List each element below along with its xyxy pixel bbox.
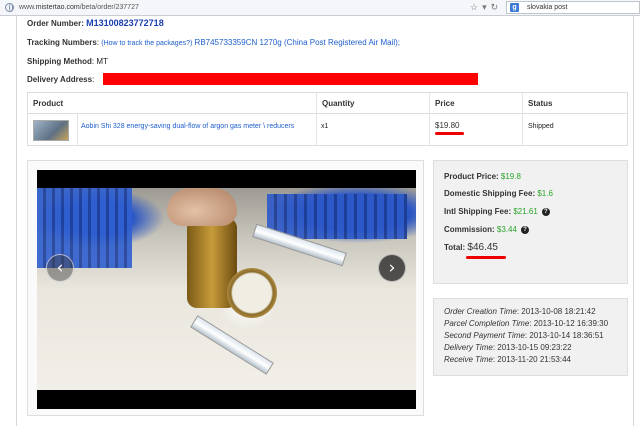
timeline-row: Order Creation Time: 2013-10-08 18:21:42	[444, 307, 596, 316]
intl-shipping-value: $21.61	[513, 207, 538, 216]
timeline-row: Receive Time: 2013-11-20 21:53:44	[444, 355, 571, 364]
shipping-method-row: Shipping Method: MT	[27, 57, 108, 66]
timeline-value: 2013-10-12 16:39:30	[533, 319, 609, 328]
flowmeter-tube	[190, 315, 274, 375]
timeline-label: Receive Time	[444, 355, 493, 364]
domestic-shipping-label: Domestic Shipping Fee	[444, 189, 533, 198]
delivery-address-row: Delivery Address:	[27, 75, 95, 84]
search-query[interactable]: slovakia post	[527, 4, 567, 11]
product-price: $19.80	[435, 121, 460, 130]
google-icon: g	[510, 3, 519, 12]
order-timeline: Order Creation Time: 2013-10-08 18:21:42…	[433, 298, 628, 376]
timeline-value: 2013-10-15 09:23:22	[497, 343, 572, 352]
pressure-gauge	[227, 268, 277, 318]
globe-icon	[5, 3, 14, 12]
product-thumbnail[interactable]	[33, 120, 69, 141]
product-slideshow: ‹ ›	[27, 160, 424, 416]
domestic-shipping-row: Domestic Shipping Fee: $1.6	[444, 189, 553, 198]
price-highlight-mark	[435, 132, 464, 135]
help-icon[interactable]: ?	[520, 225, 529, 234]
column-divider	[429, 93, 430, 145]
previous-slide-button[interactable]: ‹	[46, 254, 74, 282]
table-header: Product Quantity Price Status	[28, 93, 627, 114]
shipping-value: MT	[96, 57, 108, 66]
total-row: Total: $46.45	[444, 242, 498, 253]
header-status: Status	[528, 99, 553, 108]
delivery-label: Delivery Address	[27, 75, 93, 84]
order-number-label: Order Number	[27, 19, 82, 28]
url-prefix: www.	[19, 4, 36, 11]
shipping-label: Shipping Method	[27, 57, 92, 66]
timeline-row: Delivery Time: 2013-10-15 09:23:22	[444, 343, 572, 352]
timeline-label: Parcel Completion Time	[444, 319, 530, 328]
page-border-left	[16, 16, 17, 426]
product-link[interactable]: Aobin Shi 328 energy-saving dual-flow of…	[81, 123, 294, 130]
column-divider	[316, 93, 317, 145]
url-actions: ☆ ▾ ↻	[470, 2, 498, 13]
search-box[interactable]: g slovakia post	[506, 1, 640, 14]
header-price: Price	[435, 99, 455, 108]
star-icon[interactable]: ☆	[470, 2, 478, 13]
timeline-value: 2013-11-20 21:53:44	[497, 355, 571, 364]
commission-label: Commission	[444, 225, 493, 234]
timeline-label: Second Payment Time	[444, 331, 525, 340]
total-value: $46.45	[467, 242, 498, 253]
address-bar[interactable]: www.mistertao.com/beta/order/237727 ☆ ▾ …	[0, 0, 640, 16]
timeline-row: Second Payment Time: 2013-10-14 18:36:51	[444, 331, 604, 340]
tracking-help-link[interactable]: (How to track the packages?)	[101, 40, 192, 47]
product-price-label: Product Price	[444, 172, 497, 181]
product-photo: ‹ ›	[37, 170, 416, 409]
tracking-number[interactable]: RB745733359CN 1270g (China Post Register…	[195, 38, 400, 47]
header-product: Product	[33, 99, 64, 108]
total-highlight-mark	[466, 256, 506, 259]
help-icon[interactable]: ?	[541, 207, 550, 216]
url-text[interactable]: www.mistertao.com/beta/order/237727	[19, 4, 139, 11]
url-domain: mistertao.com	[35, 4, 80, 11]
product-quantity: x1	[321, 123, 329, 130]
commission-row: Commission: $3.44?	[444, 225, 529, 234]
domestic-shipping-value: $1.6	[537, 189, 553, 198]
timeline-value: 2013-10-08 18:21:42	[521, 307, 596, 316]
intl-shipping-label: Intl Shipping Fee	[444, 207, 509, 216]
order-table: Product Quantity Price Status Aobin Shi …	[27, 92, 628, 146]
fee-summary: Product Price: $19.8 Domestic Shipping F…	[433, 160, 628, 284]
total-label: Total	[444, 243, 463, 252]
url-path: /beta/order/237727	[79, 4, 139, 11]
column-divider	[522, 93, 523, 145]
timeline-label: Order Creation Time	[444, 307, 517, 316]
timeline-value: 2013-10-14 18:36:51	[529, 331, 604, 340]
tracking-label: Tracking Numbers	[27, 38, 97, 47]
dropdown-icon[interactable]: ▾	[482, 2, 487, 13]
header-quantity: Quantity	[322, 99, 355, 108]
product-price-row: Product Price: $19.8	[444, 172, 521, 181]
tracking-row: Tracking Numbers: (How to track the pack…	[27, 38, 400, 47]
product-status: Shipped	[528, 123, 554, 130]
intl-shipping-row: Intl Shipping Fee: $21.61?	[444, 207, 550, 216]
order-number-row: Order Number: M13100823772718	[27, 18, 164, 28]
product-price-value: $19.8	[500, 172, 521, 181]
page-border-right	[633, 16, 634, 426]
order-number: M13100823772718	[86, 18, 164, 28]
address-redaction	[103, 73, 478, 85]
column-divider	[77, 114, 78, 145]
reload-icon[interactable]: ↻	[491, 2, 499, 13]
next-slide-button[interactable]: ›	[378, 254, 406, 282]
timeline-row: Parcel Completion Time: 2013-10-12 16:39…	[444, 319, 609, 328]
hand	[167, 188, 237, 226]
blue-crate-right	[267, 194, 407, 239]
timeline-label: Delivery Time	[444, 343, 493, 352]
commission-value: $3.44	[496, 225, 517, 234]
